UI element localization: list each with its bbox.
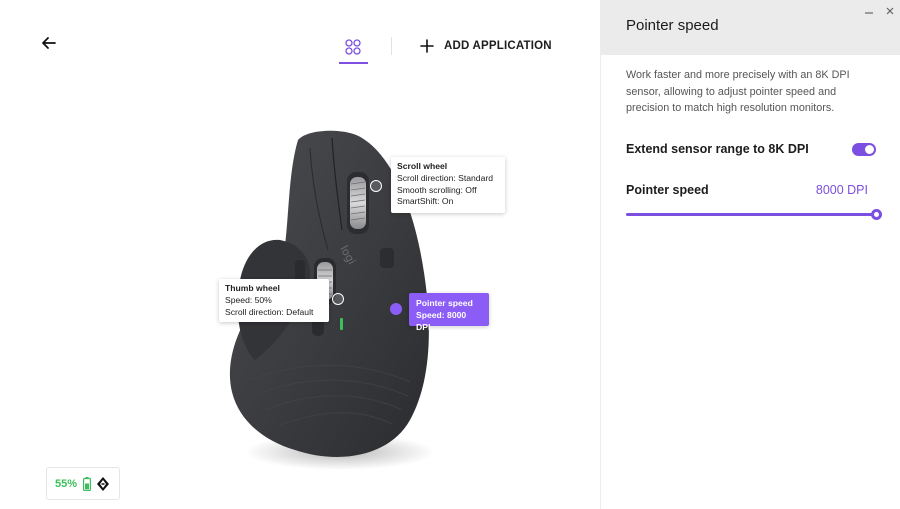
extend-sensor-row: Extend sensor range to 8K DPI (626, 140, 876, 158)
smartshift-text: SmartShift: On (397, 196, 454, 207)
scroll-wheel-hotspot[interactable] (370, 180, 382, 192)
battery-icon (83, 476, 92, 491)
apps-grid-icon (345, 39, 361, 55)
minimize-button[interactable] (863, 4, 875, 16)
pointer-speed-row: Pointer speed 8000 DPI (626, 181, 868, 199)
add-application-label: ADD APPLICATION (444, 40, 552, 52)
plus-icon (420, 39, 434, 53)
scroll-wheel-callout[interactable]: Scroll wheel Scroll direction: Standard … (391, 157, 505, 213)
apps-tab-indicator (339, 62, 368, 64)
back-button[interactable] (38, 32, 60, 54)
panel-description: Work faster and more precisely with an 8… (626, 69, 850, 114)
thumb-wheel-callout[interactable]: Thumb wheel Speed: 50% Scroll direction:… (219, 279, 329, 322)
pointer-speed-callout-value: Speed: 8000 DPI (416, 310, 467, 332)
scroll-direction-text: Scroll direction: Standard (397, 172, 494, 183)
back-arrow-icon (42, 37, 56, 49)
panel-title: Pointer speed (626, 17, 719, 34)
panel-header: Pointer speed (601, 0, 900, 55)
close-icon (886, 7, 894, 15)
main-area: ADD APPLICATION logi Scroll wheel Scroll… (0, 0, 600, 509)
pointer-speed-label: Pointer speed (626, 183, 709, 197)
pointer-speed-value: 8000 DPI (815, 183, 868, 197)
pointer-speed-callout-title: Pointer speed (416, 298, 473, 308)
pointer-speed-slider[interactable] (626, 207, 882, 223)
extend-sensor-toggle[interactable] (852, 142, 876, 156)
unifying-receiver-icon (97, 476, 110, 491)
minimize-icon (865, 12, 873, 14)
pointer-speed-hotspot[interactable] (390, 303, 402, 315)
smooth-scrolling-text: Smooth scrolling: Off (397, 184, 477, 195)
extend-sensor-label: Extend sensor range to 8K DPI (626, 142, 809, 156)
battery-status: 55% (46, 467, 120, 500)
pointer-speed-panel: Pointer speed Work faster and more preci… (600, 0, 900, 509)
thumb-direction-text: Scroll direction: Default (225, 306, 314, 317)
scroll-wheel-callout-title: Scroll wheel (397, 161, 448, 171)
header-divider (391, 37, 392, 55)
thumb-speed-text: Speed: 50% (225, 294, 272, 305)
pointer-speed-callout[interactable]: Pointer speed Speed: 8000 DPI (409, 293, 489, 332)
toggle-knob (865, 144, 874, 154)
battery-percent: 55% (55, 477, 78, 490)
slider-fill (626, 213, 876, 216)
slider-thumb[interactable] (870, 209, 882, 220)
thumb-wheel-callout-title: Thumb wheel (225, 283, 280, 293)
add-application-button[interactable]: ADD APPLICATION (420, 37, 552, 55)
thumb-wheel-hotspot[interactable] (332, 293, 344, 305)
apps-button[interactable] (339, 36, 367, 64)
close-button[interactable] (884, 4, 896, 16)
